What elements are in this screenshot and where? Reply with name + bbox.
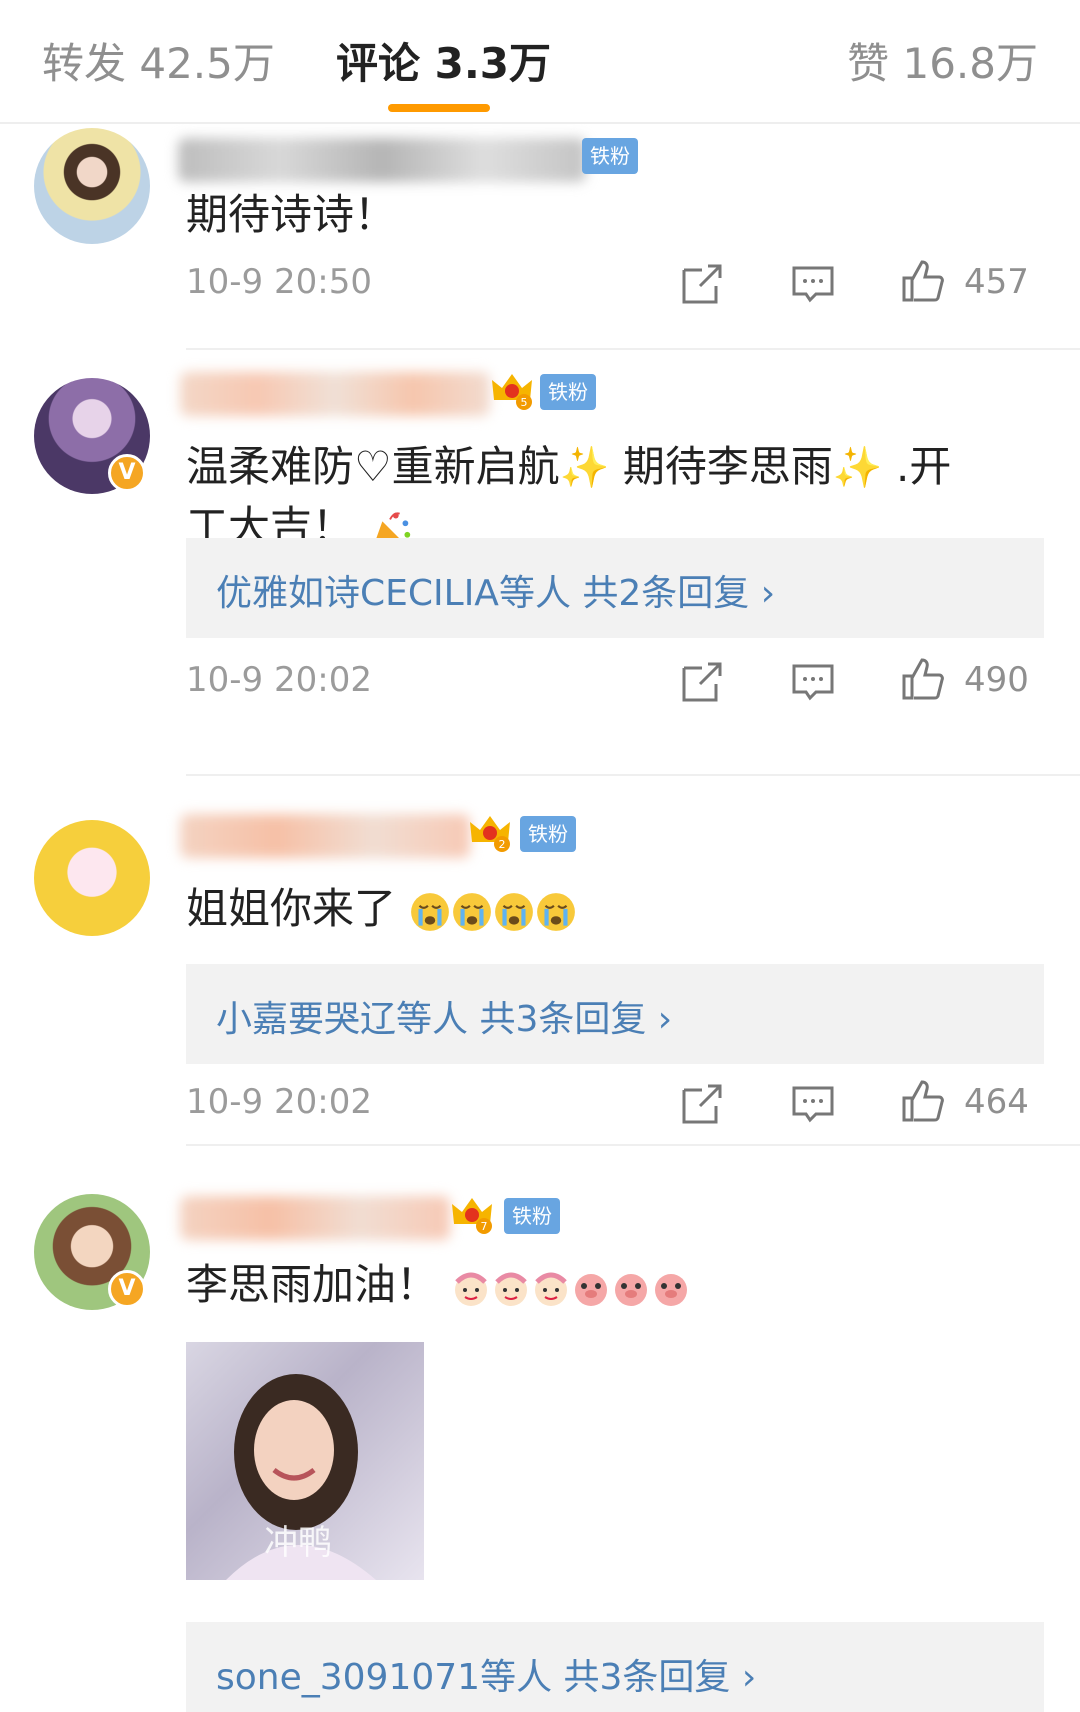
comment-text: 温柔难防♡重新启航✨ 期待李思雨✨ .开 <box>186 438 951 497</box>
fan-badge: 铁粉 <box>540 374 596 410</box>
fan-badge: 铁粉 <box>504 1198 560 1234</box>
tab-repost[interactable]: 转发 42.5万 <box>42 30 275 91</box>
username-blurred[interactable] <box>180 814 470 858</box>
comment-time: 10-9 20:02 <box>186 660 372 700</box>
crown-icon: 2 <box>470 816 510 852</box>
pig-emoji-icon <box>655 1273 688 1306</box>
like-icon[interactable] <box>900 258 946 304</box>
crown-icon: 7 <box>452 1198 492 1234</box>
tab-comments[interactable]: 评论 3.3万 <box>336 30 551 91</box>
verified-badge: V <box>108 1270 146 1308</box>
cheer-emoji-icon <box>495 1272 528 1306</box>
comment-text-part: .开 <box>882 442 952 491</box>
username-blurred[interactable] <box>180 1196 450 1240</box>
photo-caption: 冲鸭 <box>264 1523 332 1563</box>
comment-item: V 5 铁粉 温柔难防♡重新启航✨ 期待李思雨✨ .开 工大吉！ 优雅如诗CEC… <box>0 350 1080 776</box>
repost-icon[interactable] <box>680 260 726 306</box>
avatar[interactable] <box>34 820 150 936</box>
comment-icon[interactable] <box>790 658 836 704</box>
comment-icon[interactable] <box>790 260 836 306</box>
avatar[interactable] <box>34 128 150 244</box>
comment-item: 2 铁粉 姐姐你来了 小嘉要哭辽等人 共3条回复 › 10-9 20:02 46… <box>0 776 1080 1146</box>
reply-preview[interactable]: 小嘉要哭辽等人 共3条回复 › <box>186 964 1044 1064</box>
repost-icon[interactable] <box>680 1080 726 1126</box>
like-count: 464 <box>964 1082 1029 1122</box>
comment-text-part: 期待李思雨 <box>609 442 833 491</box>
crown-icon: 5 <box>492 374 532 410</box>
portrait-illustration: 冲鸭 <box>226 1374 376 1580</box>
comment-tabs: 转发 42.5万 评论 3.3万 赞 16.8万 <box>0 0 1080 124</box>
username-blurred[interactable] <box>178 138 586 182</box>
comment-text-part: 姐姐你来了 <box>186 884 397 933</box>
comment-text: 期待诗诗！ <box>186 190 397 239</box>
sparkle-icon: ✨ <box>832 445 883 491</box>
comment-time: 10-9 20:50 <box>186 262 372 302</box>
crying-face-icon <box>453 892 492 931</box>
cheer-emoji-icon <box>535 1272 568 1306</box>
crying-face-icon <box>537 892 576 931</box>
crown-level: 5 <box>521 396 528 409</box>
comment-text: 姐姐你来了 <box>186 880 577 938</box>
pig-emoji-icon <box>615 1273 648 1306</box>
crown-level: 7 <box>481 1220 488 1233</box>
cheer-emoji-icon <box>455 1272 488 1306</box>
tab-likes[interactable]: 赞 16.8万 <box>847 30 1038 91</box>
comment-text: 李思雨加油！ <box>186 1256 691 1314</box>
verified-badge: V <box>108 454 146 492</box>
crying-face-icon <box>495 892 534 931</box>
reply-preview[interactable]: 优雅如诗CECILIA等人 共2条回复 › <box>186 538 1044 638</box>
reply-link[interactable]: 优雅如诗CECILIA等人 共2条回复 › <box>216 564 775 616</box>
fan-badge: 铁粉 <box>520 816 576 852</box>
comment-icon[interactable] <box>790 1080 836 1126</box>
sparkle-icon: ✨ <box>559 445 610 491</box>
comment-text-part: 李思雨加油！ <box>186 1260 439 1309</box>
comment-image[interactable]: 冲鸭 <box>186 1342 424 1580</box>
crown-level: 2 <box>499 838 506 851</box>
active-tab-indicator <box>388 104 490 112</box>
comment-item: V 7 铁粉 李思雨加油！ 冲鸭 sone_3091071等人 共3条回复 › <box>0 1146 1080 1712</box>
like-icon[interactable] <box>900 656 946 702</box>
like-count: 490 <box>964 660 1029 700</box>
pig-emoji-icon <box>575 1273 608 1306</box>
crying-face-icon <box>411 892 450 931</box>
username-blurred[interactable] <box>180 372 490 416</box>
reply-link[interactable]: 小嘉要哭辽等人 共3条回复 › <box>216 990 672 1042</box>
reply-link[interactable]: sone_3091071等人 共3条回复 › <box>216 1648 756 1700</box>
fan-badge: 铁粉 <box>582 138 638 174</box>
comment-time: 10-9 20:02 <box>186 1082 372 1122</box>
comment-text-part: 温柔难防♡重新启航 <box>186 442 560 491</box>
comment-item: 铁粉 期待诗诗！ 10-9 20:50 457 <box>0 124 1080 350</box>
like-count: 457 <box>964 262 1029 302</box>
reply-preview[interactable]: sone_3091071等人 共3条回复 › <box>186 1622 1044 1712</box>
like-icon[interactable] <box>900 1078 946 1124</box>
repost-icon[interactable] <box>680 658 726 704</box>
